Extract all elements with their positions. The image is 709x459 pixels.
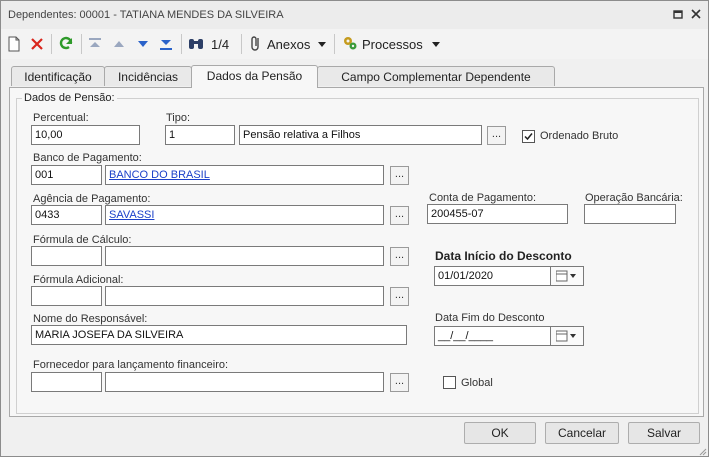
tab-dados-da-pensao[interactable]: Dados da Pensão [191, 65, 318, 88]
data-inicio-picker-button[interactable] [551, 266, 584, 286]
fornecedor-code-input[interactable] [31, 372, 102, 392]
formula-adicional-lookup-button[interactable]: ... [390, 287, 409, 306]
fornecedor-label: Fornecedor para lançamento financeiro: [33, 359, 229, 371]
operacao-label: Operação Bancária: [585, 192, 683, 204]
fornecedor-name-field [105, 372, 384, 392]
ok-button[interactable]: OK [464, 422, 536, 444]
banco-name-link[interactable]: BANCO DO BRASIL [105, 165, 384, 185]
responsavel-input[interactable]: MARIA JOSEFA DA SILVEIRA [31, 325, 407, 345]
refresh-icon[interactable] [57, 33, 75, 55]
global-checkbox[interactable] [443, 376, 456, 389]
formula-adicional-label: Fórmula Adicional: [33, 274, 124, 286]
fornecedor-lookup-button[interactable]: ... [390, 373, 409, 392]
banco-lookup-button[interactable]: ... [390, 166, 409, 185]
close-icon[interactable] [689, 8, 703, 22]
data-inicio-label: Data Início do Desconto [435, 249, 572, 263]
formula-calculo-label: Fórmula de Cálculo: [33, 234, 132, 246]
previous-record-icon[interactable] [111, 33, 127, 55]
binoculars-icon[interactable] [187, 33, 205, 55]
responsavel-label: Nome do Responsável: [33, 313, 148, 325]
formula-adicional-code-input[interactable] [31, 286, 102, 306]
conta-label: Conta de Pagamento: [429, 192, 537, 204]
dependentes-window: Dependentes: 00001 - TATIANA MENDES DA S… [0, 0, 709, 457]
tab-identificacao[interactable]: Identificação [11, 66, 105, 86]
global-label: Global [461, 377, 493, 389]
agencia-name-link[interactable]: SAVASSI [105, 205, 384, 225]
toolbar-separator [241, 34, 242, 54]
restore-icon[interactable] [671, 8, 685, 22]
agencia-code-input[interactable]: 0433 [31, 205, 102, 225]
toolbar: 1/4 Anexos Processos [1, 29, 708, 59]
toolbar-separator [181, 34, 182, 54]
operacao-input[interactable] [584, 204, 676, 224]
tab-incidencias[interactable]: Incidências [104, 66, 192, 86]
dialog-footer: OK Cancelar Salvar [1, 418, 708, 456]
window-title: Dependentes: 00001 - TATIANA MENDES DA S… [8, 9, 284, 21]
new-document-icon[interactable] [6, 33, 22, 55]
gears-icon [341, 34, 359, 55]
tipo-label: Tipo: [166, 112, 191, 124]
toolbar-separator [51, 34, 52, 54]
calendar-icon [555, 270, 578, 285]
calendar-icon [555, 330, 578, 345]
record-counter: 1/4 [211, 36, 230, 52]
tab-campo-complementar[interactable]: Campo Complementar Dependente [317, 66, 555, 86]
ordenado-bruto-label: Ordenado Bruto [540, 130, 619, 142]
agencia-lookup-button[interactable]: ... [390, 206, 409, 225]
tipo-description-field: Pensão relativa a Filhos [239, 125, 482, 145]
percentual-label: Percentual: [33, 112, 89, 124]
tipo-lookup-button[interactable]: ... [487, 126, 506, 145]
formula-calculo-name-field [105, 246, 384, 266]
processos-menu-button[interactable]: Processos [341, 33, 440, 55]
tipo-code-input[interactable]: 1 [165, 125, 235, 145]
paperclip-icon [249, 34, 263, 55]
formula-adicional-name-field [105, 286, 384, 306]
checkmark-icon [524, 133, 533, 141]
toolbar-separator [81, 34, 82, 54]
dados-pensao-panel: Dados de Pensão: Percentual: 10,00 Tipo:… [9, 87, 704, 417]
group-title: Dados de Pensão: [22, 92, 117, 104]
processos-label: Processos [362, 36, 423, 52]
ordenado-bruto-checkbox[interactable] [522, 130, 535, 143]
percentual-input[interactable]: 10,00 [31, 125, 140, 145]
anexos-menu-button[interactable]: Anexos [249, 33, 327, 55]
agencia-label: Agência de Pagamento: [33, 193, 151, 205]
last-record-icon[interactable] [158, 33, 174, 55]
conta-input[interactable]: 200455-07 [427, 204, 568, 224]
title-bar: Dependentes: 00001 - TATIANA MENDES DA S… [1, 1, 708, 29]
banco-label: Banco de Pagamento: [33, 152, 142, 164]
data-fim-label: Data Fim do Desconto [435, 312, 545, 324]
resize-grip-icon[interactable] [697, 445, 707, 456]
data-fim-input[interactable]: __/__/____ [434, 326, 551, 346]
first-record-icon[interactable] [87, 33, 103, 55]
save-button[interactable]: Salvar [628, 422, 700, 444]
delete-icon[interactable] [29, 33, 45, 55]
formula-calculo-code-input[interactable] [31, 246, 102, 266]
next-record-icon[interactable] [135, 33, 151, 55]
data-inicio-input[interactable]: 01/01/2020 [434, 266, 551, 286]
toolbar-separator [334, 34, 335, 54]
formula-calculo-lookup-button[interactable]: ... [390, 247, 409, 266]
banco-code-input[interactable]: 001 [31, 165, 102, 185]
chevron-down-icon [318, 37, 327, 51]
anexos-label: Anexos [267, 36, 311, 52]
chevron-down-icon [431, 37, 440, 51]
tab-strip: Identificação Incidências Dados da Pensã… [1, 65, 708, 88]
data-fim-picker-button[interactable] [551, 326, 584, 346]
cancel-button[interactable]: Cancelar [545, 422, 619, 444]
